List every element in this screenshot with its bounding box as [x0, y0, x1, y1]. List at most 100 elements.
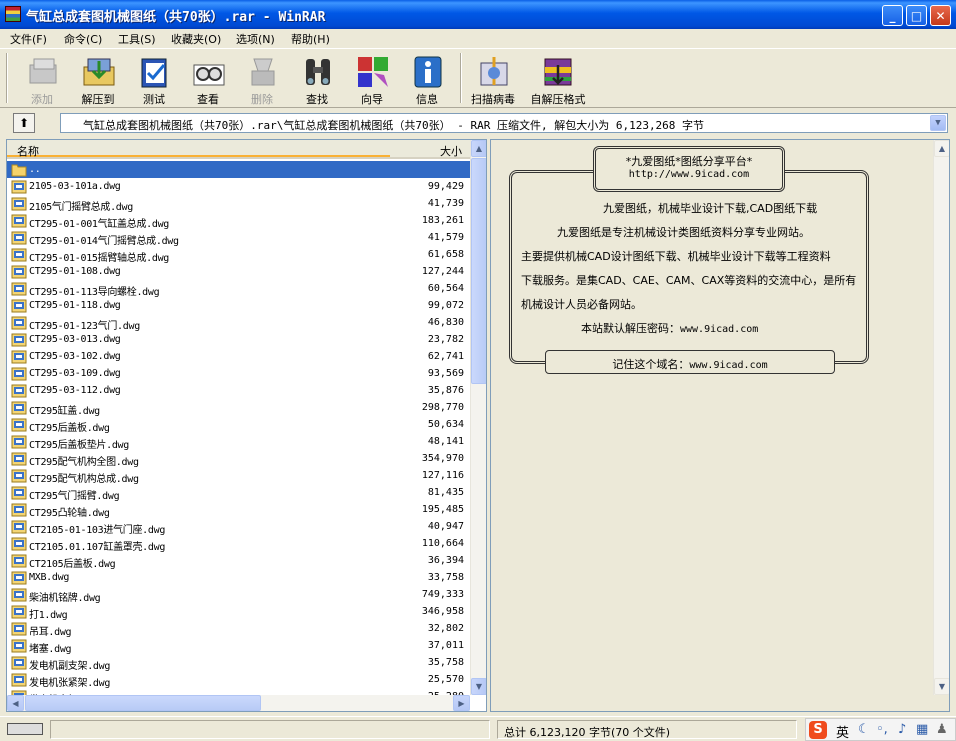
comment-header-title: *九爱图纸*图纸分享平台*	[625, 155, 753, 168]
table-row[interactable]: CT295后盖板.dwg 50,634	[7, 416, 470, 434]
table-row[interactable]: MXB.dwg 33,758	[7, 569, 470, 586]
dwg-file-icon	[11, 571, 27, 585]
add-icon	[29, 58, 57, 84]
table-row[interactable]: CT295-03-109.dwg 93,569	[7, 365, 470, 382]
info-button[interactable]: 信息	[399, 51, 455, 107]
table-row[interactable]: CT295-01-001气缸盖总成.dwg 183,261	[7, 212, 470, 230]
extract-button[interactable]: 解压到	[70, 51, 126, 107]
table-row[interactable]: CT295-01-108.dwg 127,244	[7, 263, 470, 280]
file-name: CT295凸轮轴.dwg	[29, 508, 110, 519]
user-icon[interactable]: ♟	[936, 722, 948, 737]
keyboard-icon[interactable]: ▦	[916, 722, 928, 737]
hscroll-thumb[interactable]	[25, 695, 261, 711]
scroll-thumb[interactable]	[471, 158, 486, 384]
address-dropdown-button[interactable]: ▼	[930, 115, 946, 131]
table-row[interactable]: CT295气门摇臂.dwg 81,435	[7, 484, 470, 502]
comment-line-5: 机械设计人员必备网站。	[521, 298, 642, 311]
file-name: CT295-01-113导向螺栓.dwg	[29, 287, 160, 298]
virus-scan-button[interactable]: 扫描病毒	[465, 51, 521, 107]
file-name: 发电机副支架.dwg	[29, 661, 111, 672]
status-bar: 总计 6,123,120 字节(70 个文件) S 英 ☾ ◦, ♪ ▦ ♟	[0, 716, 956, 741]
menu-help[interactable]: 帮助(H)	[291, 31, 330, 47]
minimize-button[interactable]: _	[882, 5, 903, 26]
microphone-icon[interactable]: ♪	[898, 722, 906, 737]
table-row[interactable]: CT2105.01.107缸盖罩壳.dwg 110,664	[7, 535, 470, 553]
scroll-up-button[interactable]: ▲	[471, 140, 486, 157]
test-button[interactable]: 测试	[126, 51, 182, 107]
sfx-button[interactable]: 自解压格式	[528, 51, 588, 107]
table-row[interactable]: 堵塞.dwg 37,011	[7, 637, 470, 655]
table-row[interactable]: 发电机副支架.dwg 35,758	[7, 654, 470, 672]
table-row[interactable]: 2105-03-101a.dwg 99,429	[7, 178, 470, 195]
table-row[interactable]: 打1.dwg 346,958	[7, 603, 470, 621]
menu-file[interactable]: 文件(F)	[10, 31, 47, 47]
ime-language[interactable]: 英	[836, 722, 849, 741]
table-row[interactable]: CT295-01-118.dwg 99,072	[7, 297, 470, 314]
wizard-button[interactable]: 向导	[344, 51, 400, 107]
comment-scroll-up-button[interactable]: ▲	[934, 140, 949, 157]
file-list-hscroll[interactable]: ◀ ▶	[7, 695, 470, 711]
name-column-header[interactable]	[7, 140, 390, 157]
comment-line-6: 本站默认解压密码：www.9icad.com	[581, 320, 758, 336]
dwg-file-icon	[11, 452, 27, 466]
table-row[interactable]: CT295凸轮轴.dwg 195,485	[7, 501, 470, 519]
file-name: CT295-03-112.dwg	[29, 385, 121, 396]
drive-icon[interactable]	[7, 723, 43, 735]
moon-icon[interactable]: ☾	[858, 722, 870, 737]
close-button[interactable]: ✕	[930, 5, 951, 26]
table-row[interactable]: CT295-03-013.dwg 23,782	[7, 331, 470, 348]
table-row[interactable]: CT295-03-102.dwg 62,741	[7, 348, 470, 365]
table-row[interactable]: CT2105后盖板.dwg 36,394	[7, 552, 470, 570]
comment-scroll-down-button[interactable]: ▼	[934, 678, 949, 695]
comment-vscroll[interactable]: ▲ ▼	[933, 140, 949, 695]
table-row[interactable]: ..	[7, 161, 470, 178]
delete-button[interactable]: 删除	[234, 51, 290, 107]
table-row[interactable]: 柴油机铭牌.dwg 749,333	[7, 586, 470, 604]
punctuation-icon[interactable]: ◦,	[876, 722, 888, 737]
file-name: CT295配气机构全图.dwg	[29, 457, 139, 468]
file-list-vscroll[interactable]: ▲ ▼	[470, 140, 486, 695]
menu-commands[interactable]: 命令(C)	[64, 31, 102, 47]
scroll-down-button[interactable]: ▼	[471, 678, 486, 695]
up-folder-icon: ⬆	[18, 116, 30, 130]
comment-footer-box: 记住这个域名：www.9icad.com	[545, 350, 835, 374]
scroll-right-button[interactable]: ▶	[453, 695, 470, 711]
comment-line-1: 九爱图纸，机械毕业设计下载,CAD图纸下载	[603, 202, 818, 215]
table-row[interactable]: CT295-01-015摇臂轴总成.dwg 61,658	[7, 246, 470, 264]
table-row[interactable]: CT295-01-113导向螺栓.dwg 60,564	[7, 280, 470, 298]
table-row[interactable]: CT2105-01-103进气门座.dwg 40,947	[7, 518, 470, 536]
find-button[interactable]: 查找	[289, 51, 345, 107]
view-button[interactable]: 查看	[180, 51, 236, 107]
file-size: 35,758	[427, 657, 464, 668]
table-row[interactable]: CT295配气机构全图.dwg 354,970	[7, 450, 470, 468]
up-folder-button[interactable]: ⬆	[13, 113, 35, 133]
table-row[interactable]: 吊耳.dwg 32,802	[7, 620, 470, 638]
file-name: 发电机张紧架.dwg	[29, 678, 111, 689]
file-list[interactable]: 名称 大小 .. 2105-03-101a.dwg 99,429 2105气门摇臂总成…	[6, 139, 487, 712]
dwg-file-icon	[11, 605, 27, 619]
size-column-label[interactable]: 大小	[440, 143, 462, 159]
menu-options[interactable]: 选项(N)	[236, 31, 275, 47]
table-row[interactable]: CT295-01-014气门摇臂总成.dwg 41,579	[7, 229, 470, 247]
menu-tools[interactable]: 工具(S)	[118, 31, 156, 47]
add-button[interactable]: 添加	[14, 51, 70, 107]
table-row[interactable]: 2105气门摇臂总成.dwg 41,739	[7, 195, 470, 213]
toolbar-grip[interactable]	[6, 53, 8, 103]
table-row[interactable]: CT295缸盖.dwg 298,770	[7, 399, 470, 417]
table-row[interactable]: 发电机张紧架.dwg 25,570	[7, 671, 470, 689]
sogou-logo-icon[interactable]: S	[809, 721, 827, 739]
title-bar[interactable]: 气缸总成套图机械图纸（共70张）.rar - WinRAR _ □ ✕	[0, 0, 956, 29]
table-row[interactable]: CT295后盖板垫片.dwg 48,141	[7, 433, 470, 451]
address-field[interactable]: 气缸总成套图机械图纸（共70张）.rar\气缸总成套图机械图纸（共70张） - …	[60, 113, 948, 133]
scroll-left-button[interactable]: ◀	[7, 695, 24, 711]
table-row[interactable]: CT295-01-123气门.dwg 46,830	[7, 314, 470, 332]
file-name: ..	[29, 164, 41, 175]
menu-favorites[interactable]: 收藏夹(O)	[171, 31, 221, 47]
maximize-button[interactable]: □	[906, 5, 927, 26]
table-row[interactable]: CT295-03-112.dwg 35,876	[7, 382, 470, 399]
ime-toolbar[interactable]: S 英 ☾ ◦, ♪ ▦ ♟	[805, 718, 956, 741]
file-size: 48,141	[427, 436, 464, 447]
file-name: CT295-01-015摇臂轴总成.dwg	[29, 253, 170, 264]
status-total: 总计 6,123,120 字节(70 个文件)	[497, 720, 797, 739]
table-row[interactable]: CT295配气机构总成.dwg 127,116	[7, 467, 470, 485]
